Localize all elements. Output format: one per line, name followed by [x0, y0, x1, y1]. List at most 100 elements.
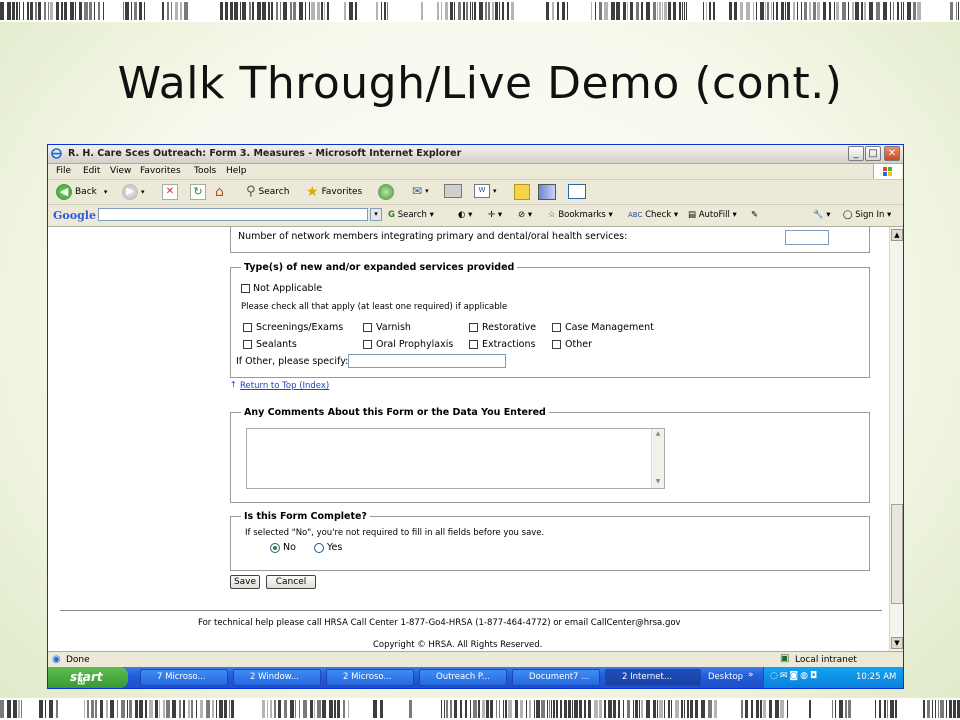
network-members-input[interactable]	[785, 230, 829, 245]
window-titlebar[interactable]: R. H. Care Sces Outreach: Form 3. Measur…	[48, 145, 903, 164]
taskbar-item-microsoft-2[interactable]: 2 Microso...	[326, 669, 414, 686]
stop-icon: ✕	[162, 184, 178, 200]
chevron-right-icon[interactable]: »	[748, 670, 754, 680]
standard-toolbar: ◀ Back ▾ ▶ ▾ ✕ ↻ ⌂ ⚲ Search ★ Favorites …	[48, 180, 903, 205]
menu-tools[interactable]: Tools	[194, 166, 216, 176]
other-specify-input[interactable]	[348, 354, 506, 368]
restorative-checkbox[interactable]	[469, 323, 478, 332]
complete-note: If selected "No", you're not required to…	[245, 528, 545, 538]
menu-edit[interactable]: Edit	[83, 166, 100, 176]
extractions-checkbox[interactable]	[469, 340, 478, 349]
stop-button[interactable]: ✕	[162, 184, 178, 200]
complete-yes-radio[interactable]	[314, 543, 324, 553]
close-button[interactable]: ✕	[884, 146, 900, 161]
google-bookmarks-label: Bookmarks	[558, 210, 606, 220]
google-pagerank-icon[interactable]: ◐ ▾	[458, 210, 472, 220]
note-icon	[514, 184, 530, 200]
google-popup-icon[interactable]: ✛ ▾	[488, 210, 502, 220]
taskbar-item-windows[interactable]: 2 Window...	[233, 669, 321, 686]
home-icon: ⌂	[215, 184, 224, 200]
other-checkbox[interactable]	[552, 340, 561, 349]
google-bookmarks-button[interactable]: ☆ Bookmarks ▾	[548, 210, 613, 220]
google-settings-button[interactable]: 🔧 ▾	[813, 210, 831, 220]
comments-textarea[interactable]: ▲ ▼	[246, 428, 665, 489]
google-signin-button[interactable]: ◯ Sign In ▾	[843, 210, 891, 220]
browser-window: R. H. Care Sces Outreach: Form 3. Measur…	[47, 144, 904, 689]
refresh-button[interactable]: ↻	[190, 184, 206, 200]
chevron-down-icon: ▾	[425, 187, 429, 195]
scroll-thumb[interactable]	[891, 504, 903, 604]
oral-prophylaxis-label: Oral Prophylaxis	[376, 339, 454, 350]
taskbar-item-document7[interactable]: Document7 ...	[512, 669, 600, 686]
oral-prophylaxis-checkbox[interactable]	[363, 340, 372, 349]
messenger-button[interactable]	[568, 184, 586, 199]
google-search-input[interactable]	[98, 208, 368, 221]
windows-taskbar: ⊞ start 7 Microso... 2 Window... 2 Micro…	[48, 667, 903, 688]
sealants-label: Sealants	[256, 339, 297, 350]
home-button[interactable]: ⌂	[215, 184, 224, 200]
return-to-top-link[interactable]: Return to Top (Index)	[240, 381, 329, 391]
extractions-label: Extractions	[482, 339, 536, 350]
cancel-button[interactable]: Cancel	[266, 575, 316, 589]
desktop-toolbar-label[interactable]: Desktop	[708, 672, 743, 682]
maximize-button[interactable]: □	[865, 146, 881, 161]
favorites-button[interactable]: ★ Favorites	[306, 184, 362, 200]
taskbar-item-internet[interactable]: 2 Internet...	[605, 669, 701, 686]
back-button[interactable]: ◀ Back ▾	[56, 184, 107, 200]
chart-icon	[568, 184, 586, 199]
sealants-checkbox[interactable]	[243, 340, 252, 349]
menu-view[interactable]: View	[110, 166, 131, 176]
start-button[interactable]: ⊞ start	[48, 667, 128, 688]
google-signin-label: Sign In	[855, 210, 885, 220]
google-toolbar: Google ▾ G Search ▾ ◐ ▾ ✛ ▾ ⊘ ▾ ☆ Bookma…	[48, 205, 903, 227]
forward-arrow-icon: ▶	[122, 184, 138, 200]
taskbar-item-microsoft-1[interactable]: 7 Microso...	[140, 669, 228, 686]
google-logo: Google	[53, 209, 96, 222]
save-button[interactable]: Save	[230, 575, 260, 589]
printer-icon	[444, 184, 462, 198]
screenings-exams-checkbox[interactable]	[243, 323, 252, 332]
mail-icon: ✉	[412, 184, 423, 198]
scroll-up-icon[interactable]: ▲	[891, 229, 903, 241]
google-blocked-icon[interactable]: ⊘ ▾	[518, 210, 532, 220]
highlight-pen-icon[interactable]: ✎	[751, 210, 758, 220]
edit-button[interactable]: W ▾	[474, 184, 497, 198]
google-search-dropdown[interactable]: ▾	[370, 208, 382, 221]
star-outline-icon: ☆	[548, 210, 556, 220]
history-button[interactable]	[378, 184, 394, 200]
not-applicable-checkbox[interactable]	[241, 284, 250, 293]
research-icon	[538, 184, 556, 200]
refresh-icon: ↻	[190, 184, 206, 200]
minimize-button[interactable]: _	[848, 146, 864, 161]
menu-file[interactable]: File	[56, 166, 71, 176]
discuss-button[interactable]	[514, 184, 530, 200]
google-check-button[interactable]: ABC Check ▾	[628, 210, 678, 220]
chevron-down-icon: ▾	[141, 188, 145, 196]
taskbar-item-outreach[interactable]: Outreach P...	[419, 669, 507, 686]
scroll-down-icon[interactable]: ▼	[891, 637, 903, 649]
menu-help[interactable]: Help	[226, 166, 247, 176]
search-button[interactable]: ⚲ Search	[246, 184, 289, 199]
research-button[interactable]	[538, 184, 556, 200]
menu-favorites[interactable]: Favorites	[140, 166, 181, 176]
google-search-button[interactable]: G Search ▾	[388, 210, 434, 220]
print-button[interactable]	[444, 184, 462, 198]
page-scrollbar[interactable]: ▲ ▼	[889, 227, 903, 651]
mail-button[interactable]: ✉ ▾	[412, 184, 429, 198]
case-management-checkbox[interactable]	[552, 323, 561, 332]
ie-logo-icon	[51, 148, 62, 159]
tray-icons[interactable]: ◌✉◙◍◘	[770, 671, 819, 681]
other-specify-label: If Other, please specify:	[236, 356, 349, 367]
complete-no-radio[interactable]	[270, 543, 280, 553]
comments-scrollbar[interactable]: ▲ ▼	[651, 429, 664, 488]
varnish-checkbox[interactable]	[363, 323, 372, 332]
google-autofill-button[interactable]: ▤ AutoFill ▾	[688, 210, 737, 220]
search-label: Search	[258, 186, 290, 197]
intranet-icon: ▣	[780, 653, 790, 664]
system-tray: ◌✉◙◍◘ 10:25 AM	[763, 667, 903, 688]
scroll-up-icon: ▲	[655, 430, 661, 437]
chevron-down-icon: ▾	[493, 187, 497, 195]
decorative-barcode-top	[0, 0, 960, 22]
back-arrow-icon: ◀	[56, 184, 72, 200]
forward-button[interactable]: ▶ ▾	[122, 184, 145, 200]
